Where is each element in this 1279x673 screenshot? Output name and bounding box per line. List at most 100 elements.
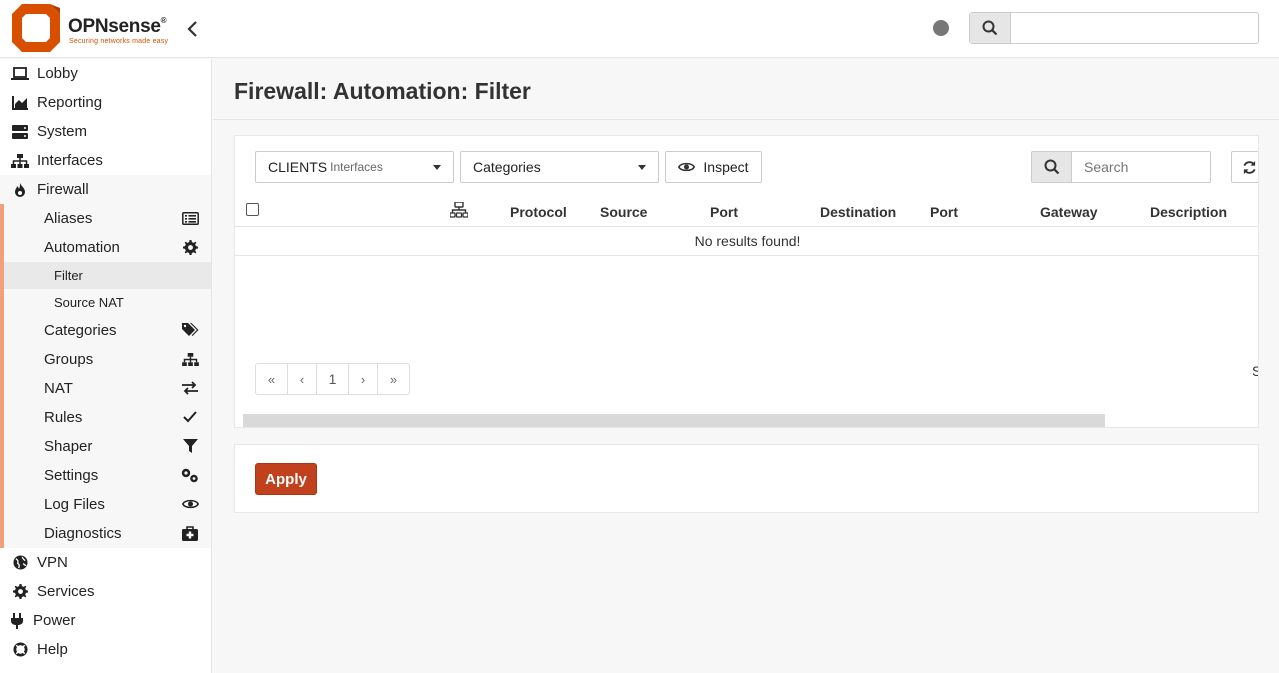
column-header-protocol[interactable]: Protocol <box>510 204 567 220</box>
sidebar-item-label: Diagnostics <box>44 525 122 542</box>
interface-select[interactable]: CLIENTS Interfaces <box>255 151 454 183</box>
refresh-button[interactable] <box>1231 151 1258 183</box>
sidebar-item-firewall[interactable]: Firewall <box>0 175 211 204</box>
globe-icon <box>10 555 30 571</box>
sidebar-item-label: VPN <box>37 554 68 571</box>
cog-icon <box>181 239 199 255</box>
network-icon <box>450 202 468 218</box>
brand-registered-mark: ® <box>160 16 167 25</box>
pagination-page[interactable]: 1 <box>317 364 349 394</box>
filter-icon <box>181 438 199 454</box>
sidebar-item-categories[interactable]: Categories <box>4 316 211 345</box>
sidebar-collapse-button[interactable] <box>184 19 202 39</box>
caret-down-icon <box>638 165 646 170</box>
pagination-next[interactable]: › <box>349 364 378 394</box>
sidebar-item-label: Services <box>37 583 95 600</box>
life-ring-icon <box>10 642 30 658</box>
global-search-input[interactable] <box>1011 13 1258 43</box>
status-indicator[interactable] <box>933 20 949 36</box>
grid-search-button[interactable] <box>1032 152 1072 182</box>
title-divider <box>213 119 1279 120</box>
column-header-gateway[interactable]: Gateway <box>1040 204 1098 220</box>
sidebar-item-rules[interactable]: Rules <box>4 403 211 432</box>
column-header-source-port[interactable]: Port <box>710 204 738 220</box>
sidebar-item-label: Shaper <box>44 438 93 455</box>
column-header-destination[interactable]: Destination <box>820 204 896 220</box>
sidebar-item-shaper[interactable]: Shaper <box>4 432 211 461</box>
global-search <box>969 12 1259 44</box>
grid-search-input[interactable] <box>1072 152 1210 182</box>
sidebar: Lobby Reporting System Interfaces Firewa… <box>0 59 212 673</box>
cog-icon <box>10 584 30 600</box>
rules-grid-panel: CLIENTSInterfaces Categories Inspect Pro… <box>234 135 1259 428</box>
sidebar-item-label: Interfaces <box>37 152 103 169</box>
interface-select-value: CLIENTS <box>268 159 328 175</box>
sidebar-item-label: Automation <box>44 239 120 256</box>
sidebar-item-diagnostics[interactable]: Diagnostics <box>4 519 211 548</box>
medkit-icon <box>181 525 199 541</box>
column-header-destination-port[interactable]: Port <box>930 204 958 220</box>
select-all-checkbox[interactable] <box>246 203 259 216</box>
check-icon <box>181 409 199 425</box>
column-header-source[interactable]: Source <box>600 204 647 220</box>
sidebar-item-label: Groups <box>44 351 94 368</box>
sitemap-icon <box>181 351 199 367</box>
sidebar-item-nat[interactable]: NAT <box>4 374 211 403</box>
sidebar-item-reporting[interactable]: Reporting <box>0 88 211 117</box>
list-alt-icon <box>181 210 199 226</box>
sidebar-item-automation[interactable]: Automation <box>4 233 211 262</box>
sidebar-item-label: Power <box>33 612 76 629</box>
sidebar-item-source-nat[interactable]: Source NAT <box>4 289 211 316</box>
cogs-icon <box>181 467 199 483</box>
eye-icon <box>678 162 696 172</box>
tags-icon <box>181 322 199 338</box>
sidebar-item-interfaces[interactable]: Interfaces <box>0 146 211 175</box>
exchange-icon <box>181 380 199 396</box>
sidebar-item-label: Settings <box>44 467 99 484</box>
grid-search <box>1031 151 1211 183</box>
sidebar-item-label: Log Files <box>44 496 105 513</box>
global-search-button[interactable] <box>970 13 1011 43</box>
plug-icon <box>7 612 27 629</box>
eye-icon <box>181 496 199 512</box>
pagination-last[interactable]: » <box>378 364 409 394</box>
sidebar-item-services[interactable]: Services <box>0 577 211 606</box>
sidebar-item-label: System <box>37 123 88 140</box>
sidebar-group-firewall: Firewall <box>0 175 211 204</box>
pagination-prev[interactable]: ‹ <box>288 364 317 394</box>
chevron-left-icon <box>187 21 197 37</box>
apply-button[interactable]: Apply <box>255 463 317 495</box>
sidebar-item-system[interactable]: System <box>0 117 211 146</box>
sidebar-item-vpn[interactable]: VPN <box>0 548 211 577</box>
sidebar-item-label: NAT <box>44 380 73 397</box>
sidebar-item-lobby[interactable]: Lobby <box>0 59 211 88</box>
categories-select[interactable]: Categories <box>460 151 659 183</box>
inspect-button-label: Inspect <box>703 159 749 175</box>
sidebar-item-help[interactable]: Help <box>0 635 211 664</box>
sidebar-item-label: Categories <box>44 322 117 339</box>
sidebar-item-filter[interactable]: Filter <box>4 262 211 289</box>
sidebar-firewall-submenu: Aliases Automation Filter Source NAT Cat… <box>0 204 211 548</box>
pagination-first[interactable]: « <box>256 364 288 394</box>
sidebar-item-settings[interactable]: Settings <box>4 461 211 490</box>
server-icon <box>10 124 30 140</box>
area-chart-icon <box>10 95 30 111</box>
sidebar-item-power[interactable]: Power <box>0 606 211 635</box>
horizontal-scrollbar[interactable] <box>243 414 1105 427</box>
laptop-icon <box>10 66 30 82</box>
sidebar-item-label: Filter <box>54 268 83 283</box>
search-icon <box>982 20 998 36</box>
sidebar-item-label: Reporting <box>37 94 103 111</box>
inspect-button[interactable]: Inspect <box>665 151 762 183</box>
sidebar-item-groups[interactable]: Groups <box>4 345 211 374</box>
sidebar-item-label: Aliases <box>44 210 93 227</box>
brand-tagline: Securing networks made easy <box>69 38 169 45</box>
sidebar-item-label: Firewall <box>37 181 89 198</box>
empty-table-message: No results found! <box>235 227 1258 256</box>
sidebar-item-label: Lobby <box>37 65 78 82</box>
sidebar-item-label: Help <box>37 641 68 658</box>
column-header-description[interactable]: Description <box>1150 204 1227 220</box>
sidebar-item-aliases[interactable]: Aliases <box>4 204 211 233</box>
apply-panel: Apply <box>234 444 1259 513</box>
sidebar-item-log-files[interactable]: Log Files <box>4 490 211 519</box>
